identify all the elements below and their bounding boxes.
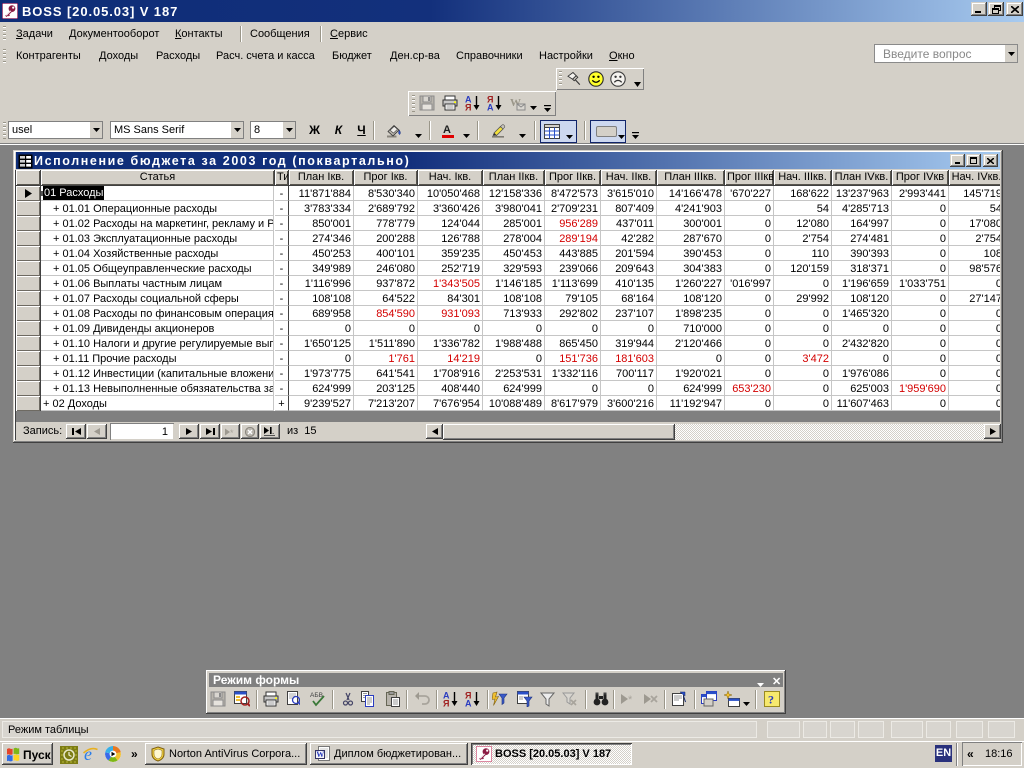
svg-text:*: * <box>230 428 234 436</box>
svg-text:А: А <box>465 699 472 708</box>
svg-text:?: ? <box>768 693 774 707</box>
svg-text:Я: Я <box>465 103 471 112</box>
svg-text:А: А <box>487 103 494 112</box>
svg-text:Я: Я <box>443 699 449 708</box>
svg-text:e: e <box>84 745 92 763</box>
svg-text:W: W <box>316 750 324 759</box>
svg-text:АБВ: АБВ <box>310 692 323 699</box>
svg-text:А: А <box>443 124 451 136</box>
svg-text:.: . <box>272 427 274 436</box>
svg-text:*: * <box>628 694 633 705</box>
